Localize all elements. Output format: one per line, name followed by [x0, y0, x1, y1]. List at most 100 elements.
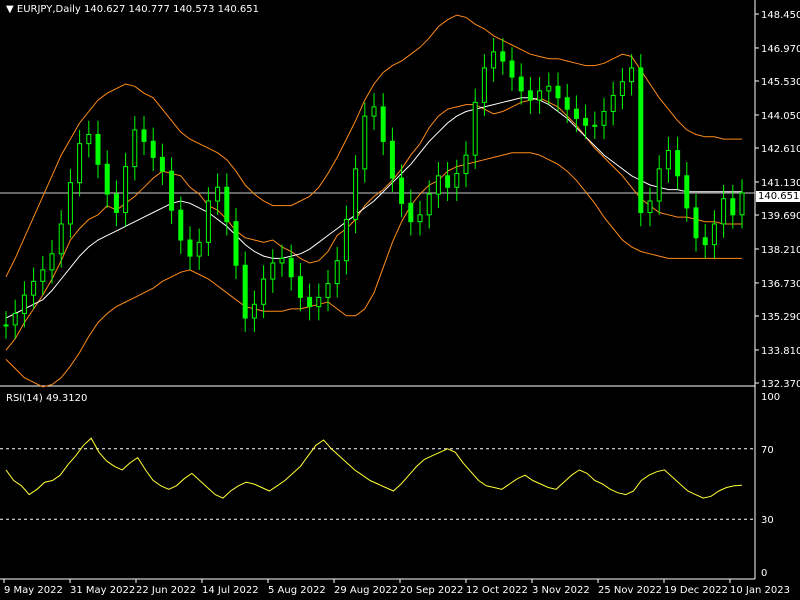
candle-body	[509, 60, 515, 78]
rsi-line	[5, 437, 743, 499]
price-tick-label: 136.730	[761, 279, 800, 290]
candle-body	[721, 198, 727, 225]
candle-body	[500, 51, 506, 62]
candle-body	[399, 177, 405, 204]
price-tick-label: 144.050	[761, 111, 800, 122]
time-tick-label: 14 Jul 2022	[202, 585, 259, 596]
candle-body	[353, 168, 359, 220]
price-tick-label: 133.810	[761, 346, 800, 357]
ohlc-readout: 140.627 140.777 140.573 140.651	[84, 4, 259, 15]
time-tick-label: 5 Aug 2022	[268, 585, 326, 596]
time-tick-label: 22 Jun 2022	[136, 585, 196, 596]
candle-body	[187, 239, 193, 257]
time-tick-label: 29 Aug 2022	[334, 585, 398, 596]
time-tick-label: 25 Nov 2022	[598, 585, 662, 596]
candle-body	[601, 111, 607, 126]
candle-body	[730, 198, 736, 216]
candle-body	[251, 303, 257, 319]
candle-body	[132, 129, 138, 168]
price-tick-label: 139.690	[761, 211, 800, 222]
candle-body	[113, 193, 119, 213]
candle-body	[31, 280, 37, 296]
candle-body	[67, 182, 73, 225]
candle-body	[215, 186, 221, 202]
rsi-tick-label: 0	[761, 568, 767, 579]
candle-body	[169, 170, 175, 211]
candle-body	[104, 163, 110, 195]
candle-body	[86, 133, 92, 145]
candle-body	[233, 221, 239, 266]
candle-body	[270, 262, 276, 280]
candle-body	[12, 312, 18, 326]
candle-body	[21, 294, 27, 314]
price-tick-label: 142.610	[761, 144, 800, 155]
candle-body	[435, 175, 441, 195]
candle-body	[77, 143, 83, 184]
candle-body	[417, 214, 423, 223]
candle-body	[491, 51, 497, 69]
candle-body	[224, 186, 230, 223]
candle-body	[555, 85, 561, 99]
candle-body	[454, 172, 460, 188]
candle-body	[693, 207, 699, 239]
candle-body	[178, 209, 184, 241]
candle-body	[196, 241, 202, 257]
candle-body	[656, 168, 662, 202]
rsi-tick-label: 30	[761, 515, 774, 526]
candle-body	[527, 90, 533, 101]
chart-canvas: 148.450 146.970 145.530 144.050 142.610 141.1…	[0, 0, 800, 596]
candle-body	[288, 257, 294, 278]
candle-body	[49, 253, 55, 271]
price-tick-label: 141.130	[761, 178, 800, 189]
candle-body	[95, 133, 101, 165]
price-tick-label: 145.530	[761, 77, 800, 88]
candle-body	[619, 81, 625, 96]
candle-body	[472, 101, 478, 156]
time-tick-label: 12 Oct 2022	[466, 585, 528, 596]
time-tick-label: 10 Jan 2023	[730, 585, 790, 596]
time-tick-label: 19 Dec 2022	[664, 585, 728, 596]
candle-body	[684, 175, 690, 209]
time-tick-label: 9 May 2022	[4, 585, 63, 596]
candle-body	[261, 278, 267, 305]
candle-body	[150, 140, 156, 158]
candle-body	[141, 129, 147, 142]
time-tick-label: 3 Nov 2022	[532, 585, 590, 596]
candle-body	[592, 124, 598, 127]
candle-body	[445, 175, 451, 188]
candle-body	[408, 202, 414, 223]
symbol-title: ▼ EURJPY,Daily 140.627 140.777 140.573 1…	[6, 4, 259, 15]
price-tick-label: 132.370	[761, 379, 800, 390]
candle-body	[205, 200, 211, 243]
candle-body	[675, 150, 681, 177]
price-tick-label: 138.210	[761, 245, 800, 256]
dropdown-triangle-icon[interactable]: ▼	[6, 4, 14, 15]
candle-body	[279, 257, 285, 264]
candle-body	[334, 260, 340, 285]
candle-body	[546, 85, 552, 92]
candle-body	[647, 200, 653, 213]
candle-body	[3, 324, 9, 327]
candle-body	[665, 150, 671, 170]
candle-body	[518, 76, 524, 92]
rsi-tick-label: 100	[761, 392, 780, 403]
candle-body	[739, 192, 745, 216]
candle-body	[58, 223, 64, 255]
candle-body	[389, 140, 395, 179]
price-tick-label: 148.450	[761, 10, 800, 21]
time-tick-label: 20 Sep 2022	[400, 585, 463, 596]
candle-body	[123, 166, 129, 213]
time-tick-label: 31 May 2022	[70, 585, 135, 596]
candle-body	[537, 90, 543, 101]
candle-body	[573, 108, 579, 119]
candle-body	[362, 115, 368, 170]
candle-body	[316, 296, 322, 308]
candle-body	[40, 269, 46, 282]
candle-body	[426, 193, 432, 216]
candle-body	[629, 67, 635, 83]
candle-body	[610, 94, 616, 113]
candle-body	[564, 97, 570, 110]
candle-body	[702, 237, 708, 246]
candle-body	[343, 218, 349, 262]
candle-body	[297, 276, 303, 298]
